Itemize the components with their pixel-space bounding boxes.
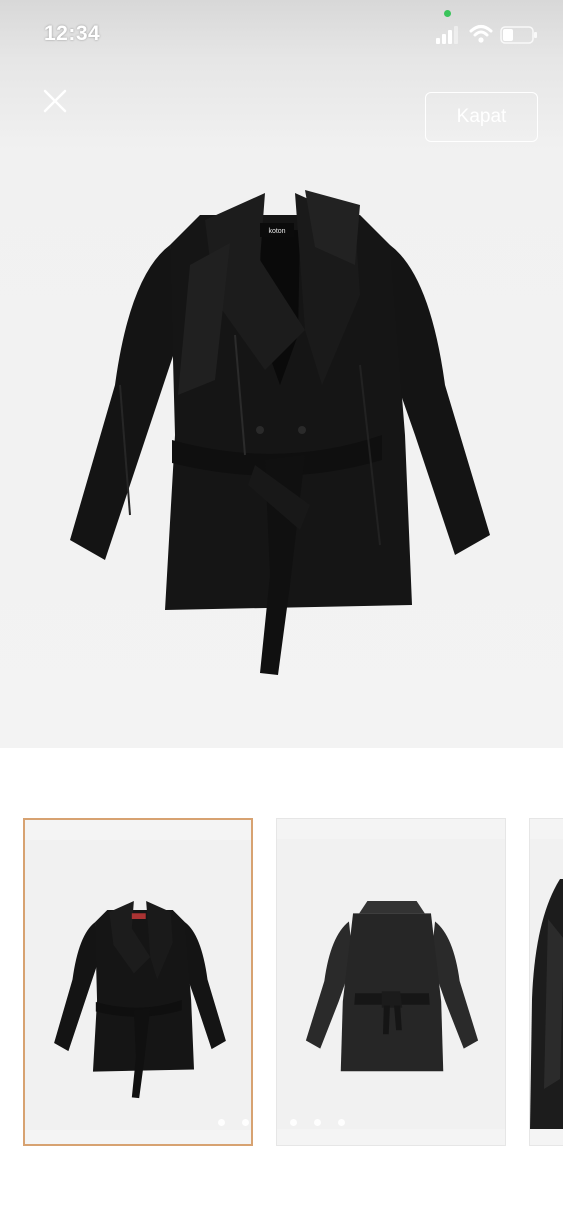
page-dot [338,1119,345,1126]
signal-icon [436,26,458,44]
battery-icon [500,26,537,44]
thumbnail-1[interactable] [23,818,253,1146]
page-dot [266,1119,273,1126]
page-dot [290,1119,297,1126]
product-image-main[interactable]: koton [60,185,500,685]
jacket-front-thumb [54,901,226,1099]
status-bar: 12:34 [0,0,563,70]
jacket-side-thumb [530,879,563,1129]
wifi-icon [469,25,493,43]
thumbnail-1-image [25,840,251,1130]
thumbnail-2[interactable] [276,818,506,1146]
thumbnail-strip [0,818,563,1150]
image-viewer: 12:34 Kapat koton [0,0,563,748]
jacket-back-thumb [305,901,479,1072]
brand-label: koton [268,228,285,235]
kapat-button[interactable]: Kapat [425,92,538,142]
thumbnail-3-image [530,839,563,1129]
close-icon [43,89,67,113]
status-time: 12:34 [44,22,101,45]
page-dot [314,1119,321,1126]
close-button[interactable] [38,84,72,118]
page-dot [242,1119,249,1126]
page-indicator [212,1119,352,1131]
thumbnail-3[interactable] [529,818,563,1146]
page-dot [218,1119,225,1126]
thumbnail-2-image [277,839,505,1129]
privacy-indicator-dot [444,10,451,17]
